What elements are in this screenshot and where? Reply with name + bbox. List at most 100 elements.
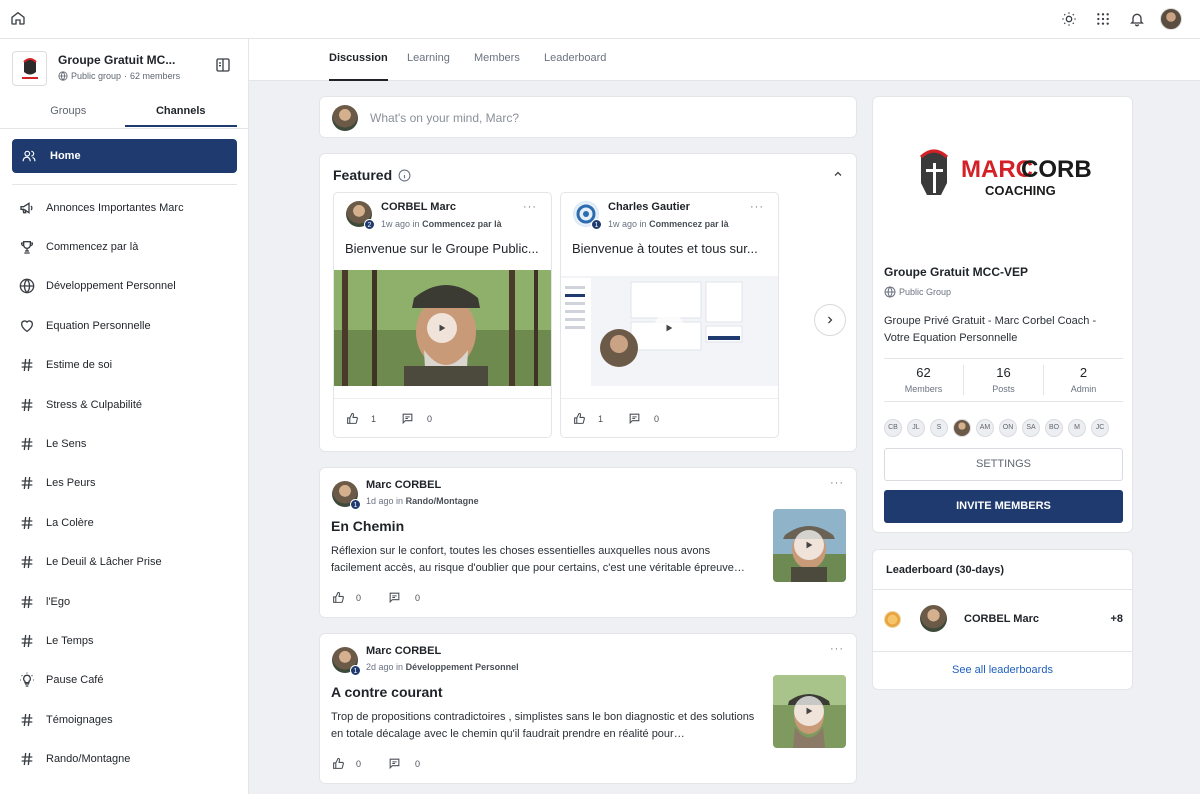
featured-card[interactable]: 2 CORBEL Marc 1w ago in Commencez par là… (333, 192, 552, 438)
post-card[interactable]: 1 Marc CORBEL 2d ago in Développement Pe… (319, 633, 857, 784)
theme-toggle-icon[interactable] (1052, 7, 1086, 31)
comment-icon[interactable] (401, 412, 414, 425)
tab-members[interactable]: Members (474, 52, 520, 81)
in-label: in (639, 219, 647, 229)
post-author[interactable]: Marc CORBEL (366, 645, 441, 657)
post-author[interactable]: CORBEL Marc (381, 201, 456, 213)
leader-name[interactable]: CORBEL Marc (964, 613, 1039, 625)
member-avatars: CB JL S AM ON SA BO M JC (884, 419, 1109, 437)
like-icon[interactable] (332, 757, 345, 770)
comment-icon[interactable] (388, 591, 401, 604)
tab-leaderboard[interactable]: Leaderboard (544, 52, 606, 81)
sidebar-item-channel[interactable]: Le Deuil & Lâcher Prise (18, 543, 243, 582)
carousel-next-button[interactable] (814, 304, 846, 336)
apps-grid-icon[interactable] (1086, 7, 1120, 31)
comment-count: 0 (654, 413, 660, 424)
sidebar-item-home[interactable]: Home (12, 139, 237, 173)
comment-icon[interactable] (628, 412, 641, 425)
sidebar-item-channel[interactable]: Stress & Culpabilité (18, 385, 243, 424)
post-headline[interactable]: Bienvenue sur le Groupe Public... (345, 241, 545, 256)
like-icon[interactable] (573, 412, 586, 425)
sidebar-toggle-icon[interactable] (215, 57, 231, 73)
post-author[interactable]: Charles Gautier (608, 201, 690, 213)
member-avatar[interactable]: BO (1045, 419, 1063, 437)
play-icon[interactable] (654, 313, 684, 343)
play-icon[interactable] (427, 313, 457, 343)
stat-posts[interactable]: 16 Posts (964, 365, 1044, 395)
post-author[interactable]: Marc CORBEL (366, 479, 441, 491)
post-composer[interactable]: What's on your mind, Marc? (319, 96, 857, 138)
group-members-count[interactable]: 62 members (130, 71, 180, 81)
play-icon[interactable] (794, 696, 824, 726)
more-options-icon[interactable]: ··· (830, 643, 844, 655)
sidebar-item-channel[interactable]: Le Temps (18, 621, 243, 660)
featured-card[interactable]: 1 Charles Gautier 1w ago in Commencez pa… (560, 192, 779, 438)
stat-admin[interactable]: 2 Admin (1044, 365, 1123, 395)
invite-members-button[interactable]: INVITE MEMBERS (884, 490, 1123, 523)
video-thumbnail[interactable] (773, 675, 846, 748)
more-options-icon[interactable]: ··· (830, 477, 844, 489)
video-thumbnail[interactable] (773, 509, 846, 582)
member-avatar[interactable]: JC (1091, 419, 1109, 437)
sidebar-tab-groups[interactable]: Groups (12, 103, 125, 127)
sidebar-item-channel[interactable]: Le Sens (18, 424, 243, 463)
post-card[interactable]: 1 Marc CORBEL 1d ago in Rando/Montagne ·… (319, 467, 857, 618)
sidebar-item-channel[interactable]: Pause Café (18, 661, 243, 700)
member-avatar[interactable]: M (1068, 419, 1086, 437)
post-headline[interactable]: Bienvenue à toutes et tous sur... (572, 241, 772, 256)
sidebar-item-channel[interactable]: Les Peurs (18, 464, 243, 503)
hash-icon (18, 711, 35, 728)
more-options-icon[interactable]: ··· (523, 201, 537, 213)
member-avatar[interactable]: S (930, 419, 948, 437)
post-title[interactable]: En Chemin (331, 518, 404, 534)
comment-icon[interactable] (388, 757, 401, 770)
post-meta: 1d ago in Rando/Montagne (366, 496, 479, 506)
sidebar-item-channel[interactable]: Commencez par là (18, 227, 243, 266)
user-avatar[interactable] (1154, 7, 1188, 31)
video-thumbnail[interactable] (334, 270, 551, 386)
post-title[interactable]: A contre courant (331, 684, 443, 700)
composer-placeholder[interactable]: What's on your mind, Marc? (370, 111, 519, 125)
tab-discussion[interactable]: Discussion (329, 52, 388, 81)
like-icon[interactable] (346, 412, 359, 425)
post-channel[interactable]: Commencez par là (649, 219, 729, 229)
group-description: Groupe Privé Gratuit - Marc Corbel Coach… (884, 315, 1097, 344)
sidebar-item-channel[interactable]: La Colère (18, 503, 243, 542)
post-channel[interactable]: Commencez par là (422, 219, 502, 229)
sidebar-item-channel[interactable]: l'Ego (18, 582, 243, 621)
more-options-icon[interactable]: ··· (750, 201, 764, 213)
avatar[interactable]: 1 (332, 481, 361, 510)
sidebar-item-channel[interactable]: Estime de soi (18, 346, 243, 385)
post-channel[interactable]: Développement Personnel (406, 662, 519, 672)
avatar[interactable]: 1 (332, 647, 361, 676)
sidebar-item-channel[interactable]: Témoignages (18, 700, 243, 739)
member-avatar[interactable]: AM (976, 419, 994, 437)
settings-button[interactable]: SETTINGS (884, 448, 1123, 481)
sidebar-tab-channels[interactable]: Channels (124, 103, 237, 127)
chevron-up-icon[interactable] (832, 168, 844, 180)
home-icon[interactable] (10, 10, 26, 26)
member-avatar[interactable]: ON (999, 419, 1017, 437)
play-icon[interactable] (794, 530, 824, 560)
tab-learning[interactable]: Learning (407, 52, 450, 81)
heart-icon (18, 317, 35, 334)
info-icon[interactable] (398, 169, 411, 182)
group-name[interactable]: Groupe Gratuit MC... (58, 53, 175, 67)
post-channel[interactable]: Rando/Montagne (406, 496, 479, 506)
see-all-leaderboards-link[interactable]: See all leaderboards (873, 664, 1132, 676)
like-icon[interactable] (332, 591, 345, 604)
leaderboard-row[interactable]: CORBEL Marc +8 (884, 605, 1123, 633)
sidebar-item-channel[interactable]: Développement Personnel (18, 267, 243, 306)
member-avatar[interactable]: CB (884, 419, 902, 437)
sidebar-item-channel[interactable]: Equation Personnelle (18, 306, 243, 345)
sidebar-item-channel[interactable]: Annonces Importantes Marc (18, 188, 243, 227)
hash-icon (18, 751, 35, 768)
member-avatar[interactable]: JL (907, 419, 925, 437)
member-avatar[interactable] (953, 419, 971, 437)
video-thumbnail[interactable] (561, 270, 778, 386)
sidebar-item-channel[interactable]: Rando/Montagne (18, 739, 243, 778)
member-avatar[interactable]: SA (1022, 419, 1040, 437)
stat-members[interactable]: 62 Members (884, 365, 964, 395)
group-logo[interactable] (12, 51, 47, 86)
notifications-bell-icon[interactable] (1120, 7, 1154, 31)
